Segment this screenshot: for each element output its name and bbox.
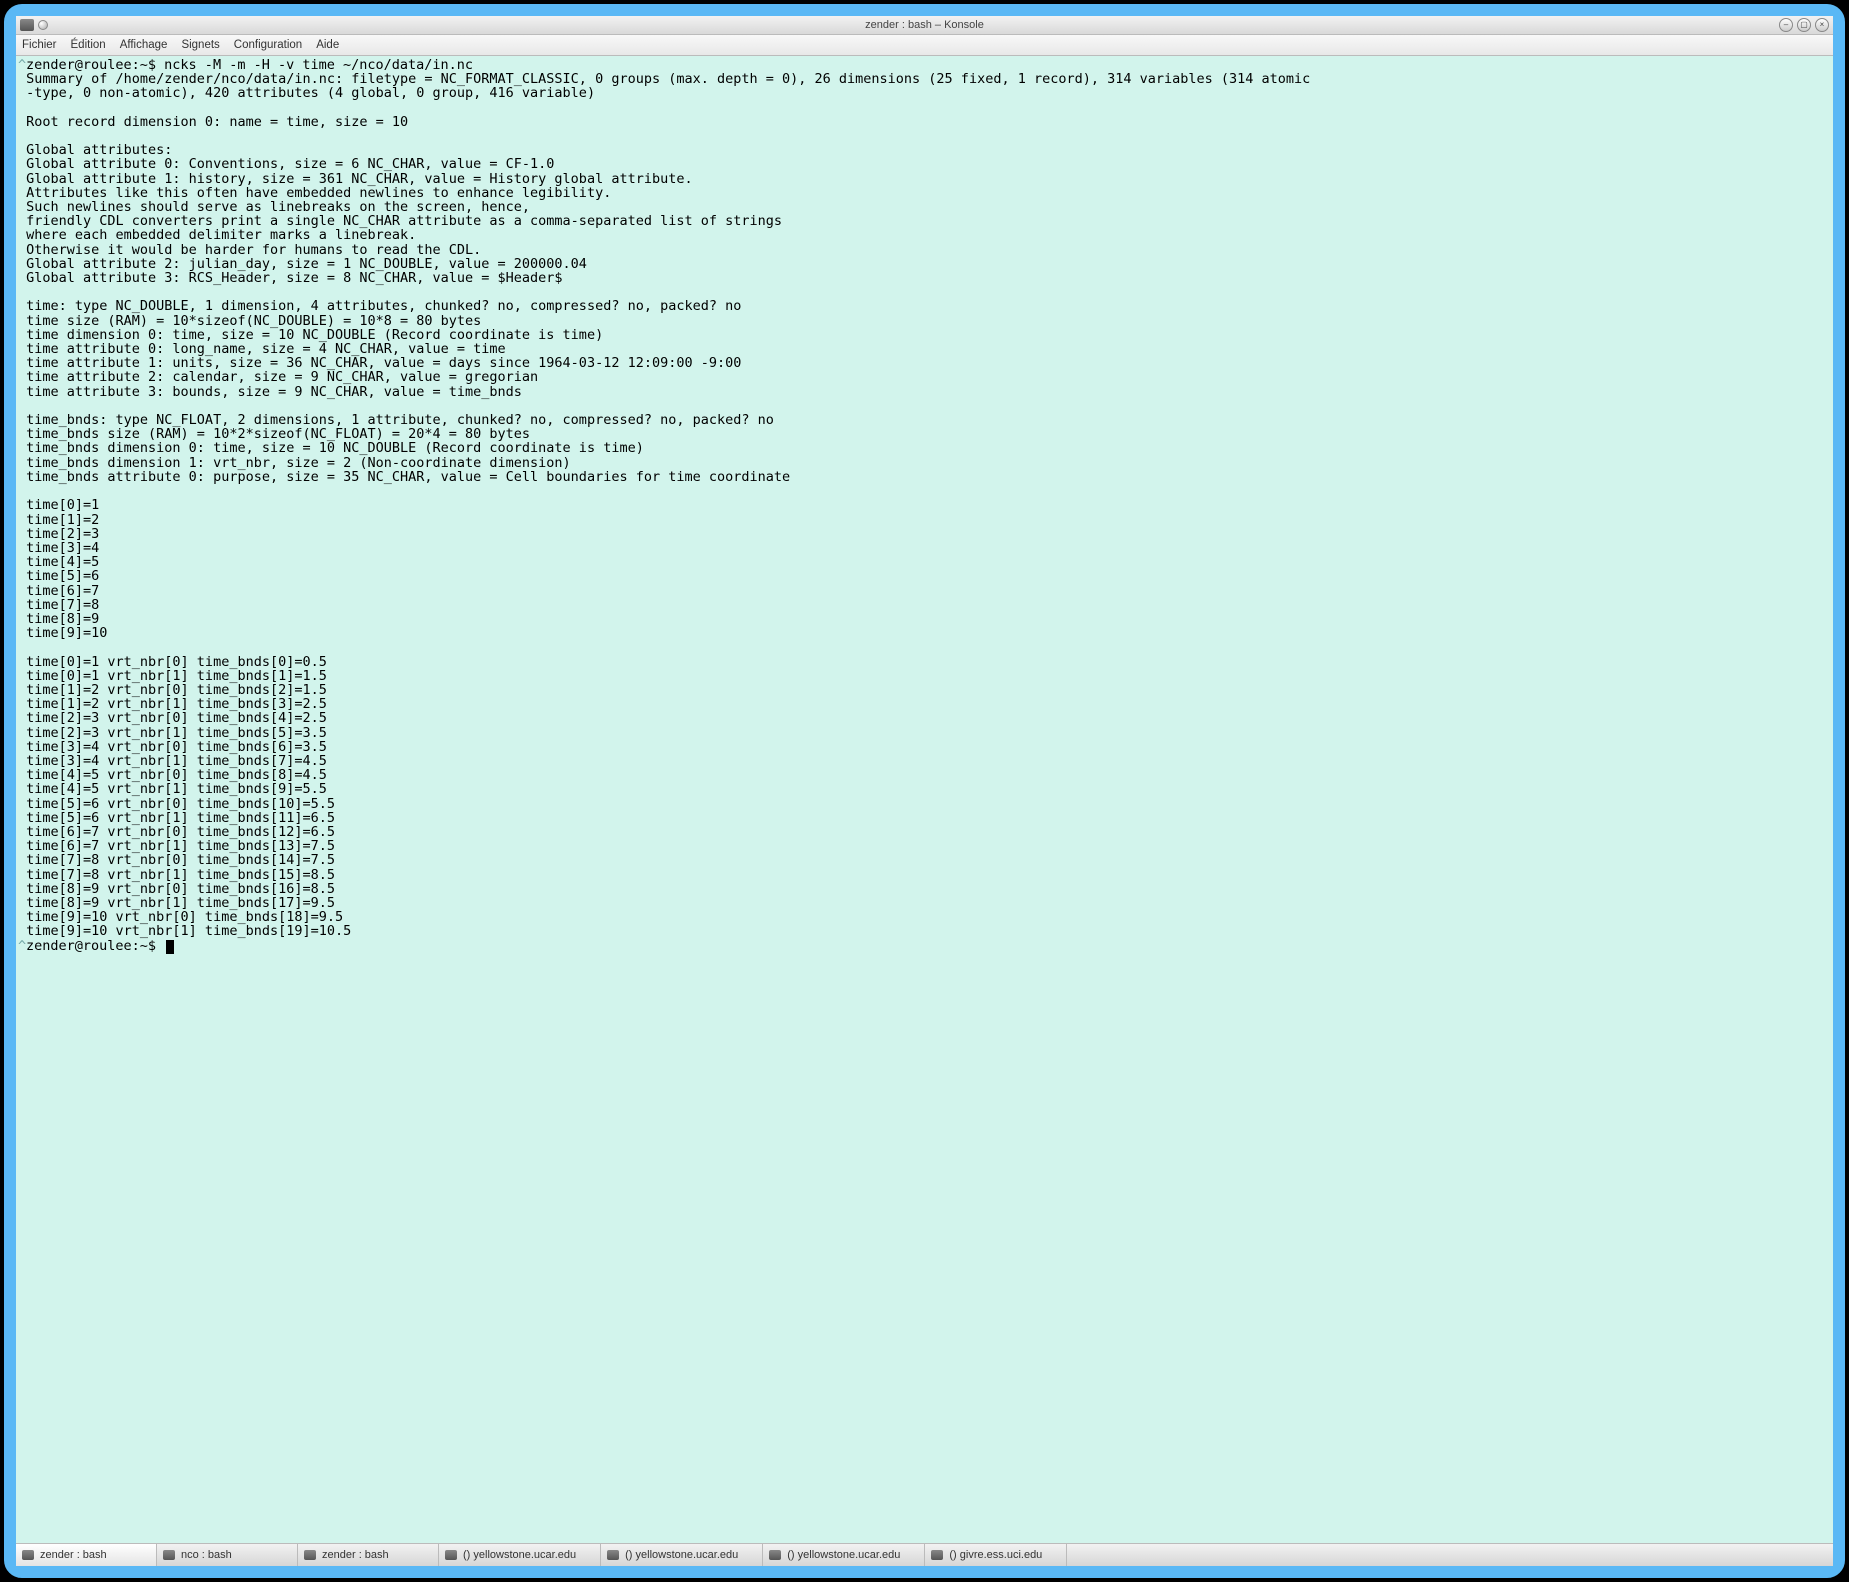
menubar: Fichier Édition Affichage Signets Config… bbox=[16, 35, 1833, 56]
minimize-button[interactable]: – bbox=[1779, 18, 1793, 32]
terminal-icon bbox=[607, 1550, 619, 1560]
window-controls: – ▢ × bbox=[1779, 18, 1829, 32]
terminal-icon bbox=[304, 1550, 316, 1560]
tabbar: zender : bash nco : bash zender : bash () y… bbox=[16, 1543, 1833, 1566]
tab-label: () yellowstone.ucar.edu bbox=[787, 1549, 900, 1561]
prompt: zender@roulee:~$ bbox=[26, 57, 164, 73]
close-button[interactable]: × bbox=[1815, 18, 1829, 32]
maximize-button[interactable]: ▢ bbox=[1797, 18, 1811, 32]
terminal-icon bbox=[163, 1550, 175, 1560]
terminal-icon bbox=[445, 1550, 457, 1560]
session-tab[interactable]: () yellowstone.ucar.edu bbox=[601, 1544, 763, 1566]
terminal-icon bbox=[22, 1550, 34, 1560]
session-tab[interactable]: () yellowstone.ucar.edu bbox=[763, 1544, 925, 1566]
terminal-output[interactable]: ^zender@roulee:~$ ncks -M -m -H -v time … bbox=[16, 56, 1833, 1543]
menu-settings[interactable]: Configuration bbox=[234, 39, 302, 51]
titlebar[interactable]: zender : bash – Konsole – ▢ × bbox=[16, 16, 1833, 35]
tab-label: zender : bash bbox=[40, 1549, 107, 1561]
menu-bookmarks[interactable]: Signets bbox=[181, 39, 219, 51]
terminal-icon bbox=[769, 1550, 781, 1560]
pin-icon[interactable] bbox=[38, 20, 48, 30]
menu-file[interactable]: Fichier bbox=[22, 39, 57, 51]
command-text: ncks -M -m -H -v time ~/nco/data/in.nc bbox=[164, 57, 473, 73]
session-tab[interactable]: zender : bash bbox=[298, 1544, 439, 1566]
prompt: zender@roulee:~$ bbox=[26, 938, 164, 954]
tab-label: nco : bash bbox=[181, 1549, 232, 1561]
menu-view[interactable]: Affichage bbox=[120, 39, 168, 51]
app-icon bbox=[20, 19, 34, 31]
tab-label: zender : bash bbox=[322, 1549, 389, 1561]
tab-label: () yellowstone.ucar.edu bbox=[625, 1549, 738, 1561]
session-tab[interactable]: () yellowstone.ucar.edu bbox=[439, 1544, 601, 1566]
session-tab[interactable]: nco : bash bbox=[157, 1544, 298, 1566]
menu-help[interactable]: Aide bbox=[316, 39, 339, 51]
cursor-block bbox=[166, 940, 174, 954]
window-title: zender : bash – Konsole bbox=[865, 19, 984, 31]
window-frame: zender : bash – Konsole – ▢ × Fichier Éd… bbox=[4, 4, 1845, 1578]
tab-label: () yellowstone.ucar.edu bbox=[463, 1549, 576, 1561]
session-tab[interactable]: zender : bash bbox=[16, 1544, 157, 1566]
menu-edit[interactable]: Édition bbox=[71, 39, 106, 51]
tab-label: () givre.ess.uci.edu bbox=[949, 1549, 1042, 1561]
terminal-icon bbox=[931, 1550, 943, 1560]
session-tab[interactable]: () givre.ess.uci.edu bbox=[925, 1544, 1067, 1566]
